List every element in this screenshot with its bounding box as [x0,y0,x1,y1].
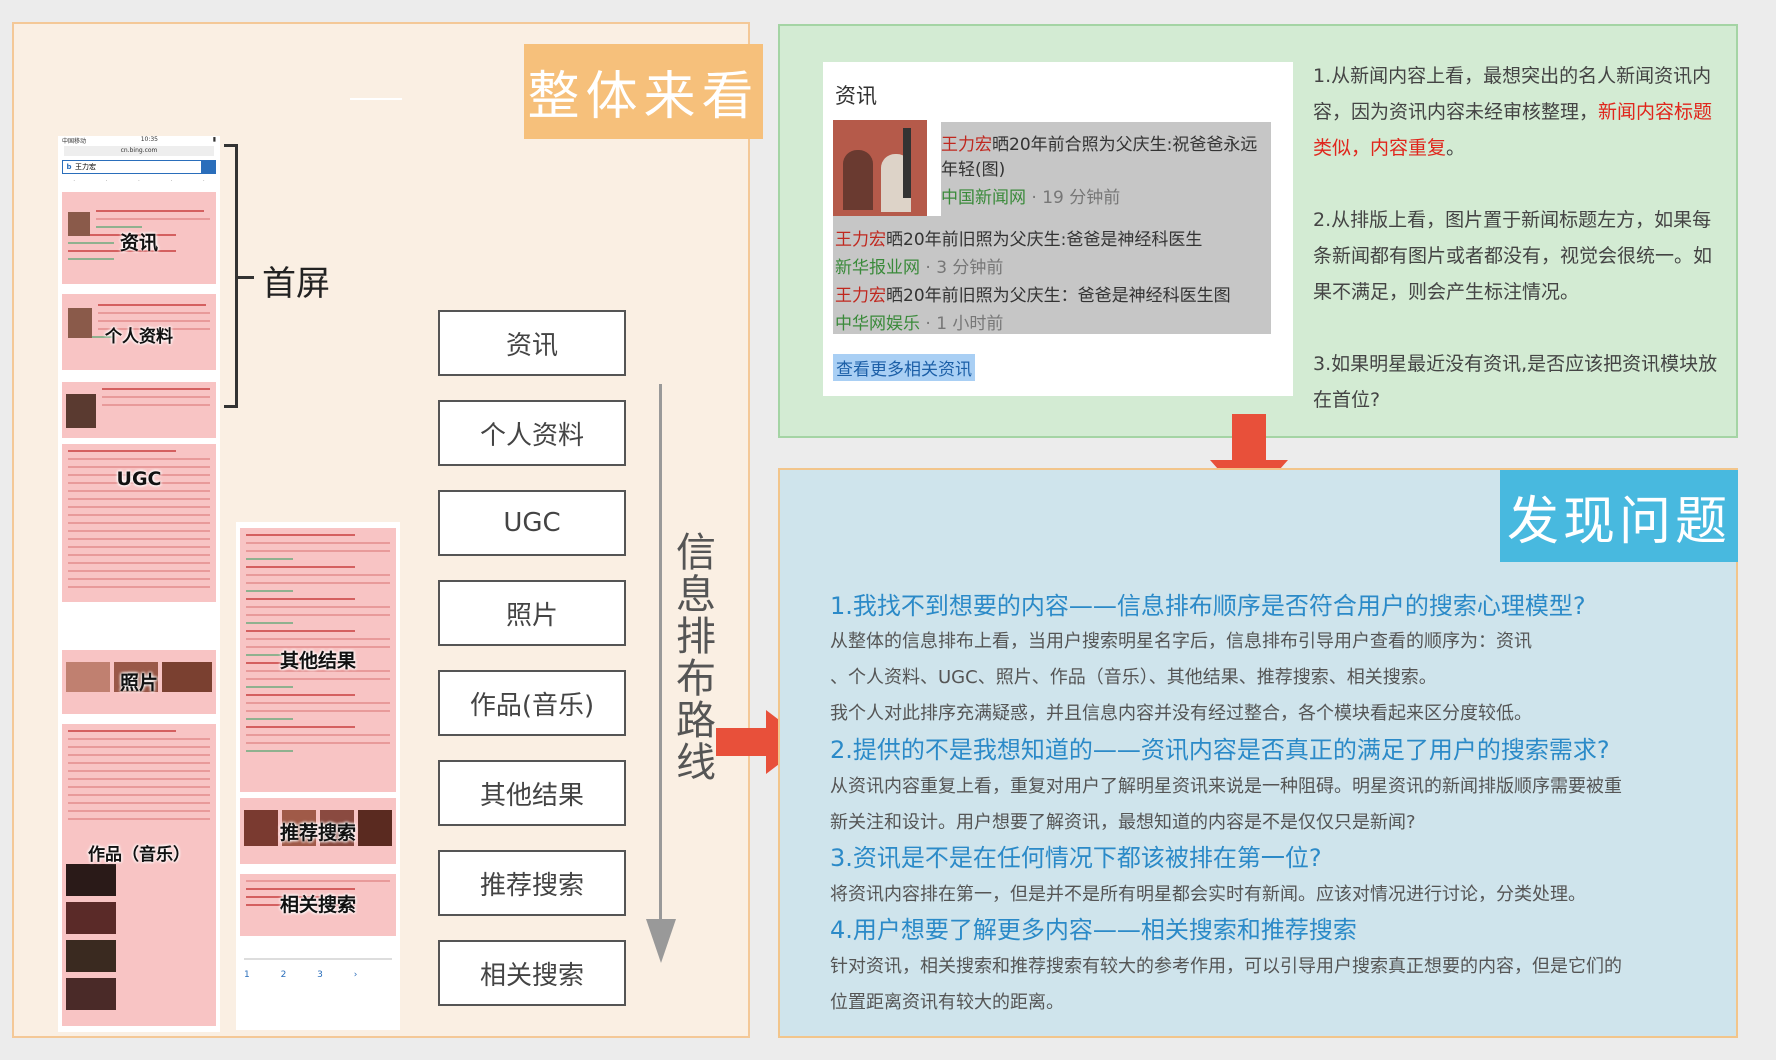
phone-pagination: 1 2 3 › [244,970,372,980]
first-screen-bracket [224,144,238,408]
flow-step-works: 作品(音乐) [438,670,626,736]
problems-title: 发现问题 [1500,470,1738,562]
problem-2-text-2: 新关注和设计。用户想要了解资讯，最想知道的内容是不是仅仅只是新闻? [830,812,1416,833]
problem-4-text-2: 位置距离资讯有较大的距离。 [830,992,1064,1013]
problem-4-heading: 4.用户想要了解更多内容——相关搜索和推荐搜索 [830,916,1357,944]
video-thumbnail-3 [66,940,116,972]
problem-1-text-1: 从整体的信息排布上看，当用户搜索明星名字后，信息排布引导用户查看的顺序为：资讯 [830,631,1532,652]
overview-title: 整体来看 [524,44,763,139]
flow-step-profile: 个人资料 [438,400,626,466]
block-profile: 个人资料 [62,294,216,370]
video-thumbnail-2 [66,902,116,934]
problem-1-heading: 1.我找不到想要的内容——信息排布顺序是否符合用户的搜索心理模型? [830,592,1586,620]
news-item-2-title[interactable]: 王力宏晒20年前旧照为父庆生:爸爸是神经科医生 [835,225,1202,250]
news-item-3-source: 中华网娱乐 · 1 小时前 [835,314,1004,334]
route-arrow-head-icon [646,919,676,963]
video-thumbnail-1 [66,864,116,896]
block-label-photos: 照片 [119,672,158,694]
news-item-1-title[interactable]: 王力宏晒20年前合照为父庆生:祝爸爸永远 [941,130,1257,155]
news-item-1-title-cont[interactable]: 年轻(图) [941,155,1005,180]
block-recommended: 推荐搜索 [240,798,396,864]
carrier-text: 中国移动 [62,138,87,145]
block-ugc: UGC [62,444,216,602]
block-weibo [62,382,216,438]
flow-step-recommended: 推荐搜索 [438,850,626,916]
news-item-3-title[interactable]: 王力宏晒20年前旧照为父庆生：爸爸是神经科医生图 [835,281,1231,306]
phone-screenshot-continued: 其他结果 推荐搜索 相关搜索 1 2 3 › [236,522,400,1030]
block-news: 资讯 [62,192,216,284]
video-thumbnail-4 [66,978,116,1010]
phone-search-box: b 王力宏 [62,160,216,174]
block-photos: 照片 [62,650,216,714]
problem-3-text: 将资讯内容排在第一，但是并不是所有明星都会实时有新闻。应该对情况进行讨论，分类处… [830,884,1586,905]
battery-icon: ▮ [212,136,216,143]
news-thumbnail [833,120,927,216]
block-label-other-results: 其他结果 [279,650,356,672]
problem-2-heading: 2.提供的不是我想知道的——资讯内容是否真正的满足了用户的搜索需求? [830,736,1610,764]
news-module-heading: 资讯 [835,84,877,108]
search-icon [201,161,215,173]
weibo-thumbnail [66,394,96,428]
block-label-profile: 个人资料 [105,327,173,347]
note-paragraph-1: 1.从新闻内容上看，最想突出的名人新闻资讯内容，因为资讯内容未经审核整理，新闻内… [1313,65,1713,159]
problems-panel: 发现问题 1.我找不到想要的内容——信息排布顺序是否符合用户的搜索心理模型? 从… [778,468,1738,1038]
block-label-news: 资讯 [119,232,158,254]
block-other-results: 其他结果 [240,528,396,792]
phone-status-bar: 中国移动 10:35 ▮ [58,136,220,145]
phone-screenshot-main: 中国移动 10:35 ▮ cn.bing.com b 王力宏 · · · · · 资讯 [58,136,220,1032]
news-module-screenshot: 资讯 王力宏晒20年前合照为父庆生:祝爸爸永远 年轻(图) 中国新闻网 · 19… [823,62,1293,396]
phone-result-tabs: · · · · · [73,178,205,184]
problem-1-text-2: 、个人资料、UGC、照片、作品（音乐）、其他结果、推荐搜索、相关搜索。 [830,667,1437,688]
clock-text: 10:35 [140,136,158,143]
problem-3-heading: 3.资讯是不是在任何情况下都该被排在第一位? [830,844,1322,872]
flow-step-photos: 照片 [438,580,626,646]
flow-step-ugc: UGC [438,490,626,556]
block-label-related: 相关搜索 [279,894,356,916]
more-news-link[interactable]: 查看更多相关资讯 [833,354,975,381]
phone-search-query: 王力宏 [75,163,96,171]
phone-url-bar: cn.bing.com [64,146,214,156]
block-label-ugc: UGC [116,468,162,490]
route-label: 信息排布路线 [676,530,716,786]
bing-logo-icon: b [66,163,72,171]
flow-step-news: 资讯 [438,310,626,376]
route-arrow-line [659,384,662,939]
block-label-recommended: 推荐搜索 [279,822,356,844]
block-works: 作品（音乐） [62,724,216,1026]
decorative-line [350,98,402,100]
news-item-1-source: 中国新闻网 · 19 分钟前 [941,188,1121,208]
note-paragraph-3: 3.如果明星最近没有资讯,是否应该把资讯模块放在首位? [1313,353,1718,411]
problem-2-text-1: 从资讯内容重复上看，重复对用户了解明星资讯来说是一种阻碍。明星资讯的新闻排版顺序… [830,776,1622,797]
overview-panel: 整体来看 中国移动 10:35 ▮ cn.bing.com b 王力宏 · · · ·… [12,22,763,1038]
news-item-2-source: 新华报业网 · 3 分钟前 [835,258,1004,278]
first-screen-bracket-tick [238,276,254,279]
problem-4-text-1: 针对资讯，相关搜索和推荐搜索有较大的参考作用，可以引导用户搜索真正想要的内容，但… [830,956,1622,977]
block-label-works: 作品（音乐） [88,845,190,865]
problem-1-text-3: 我个人对此排序充满疑惑，并且信息内容并没有经过整合，各个模块看起来区分度较低。 [830,703,1532,724]
flow-step-related: 相关搜索 [438,940,626,1006]
note-paragraph-2: 2.从排版上看，图片置于新闻标题左方，如果每条新闻都有图片或者都没有，视觉会很统… [1313,209,1713,303]
news-analysis-panel: 资讯 王力宏晒20年前合照为父庆生:祝爸爸永远 年轻(图) 中国新闻网 · 19… [778,24,1738,438]
first-screen-label: 首屏 [262,264,330,304]
flow-step-other-results: 其他结果 [438,760,626,826]
block-related: 相关搜索 [240,874,396,936]
